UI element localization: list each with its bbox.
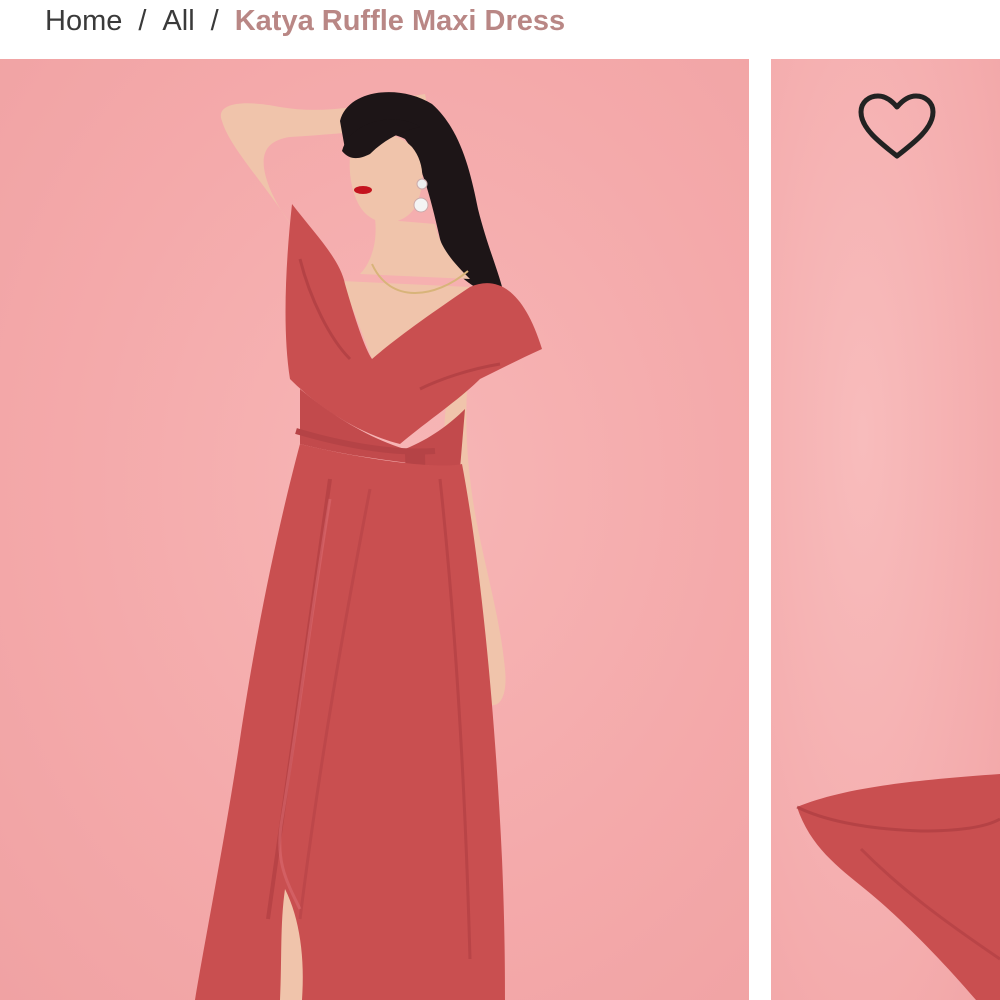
breadcrumb-all-link[interactable]: All bbox=[162, 5, 194, 38]
product-image-main[interactable] bbox=[0, 59, 749, 1000]
product-image-gallery[interactable] bbox=[0, 59, 1000, 1000]
heart-outline-icon[interactable] bbox=[857, 92, 937, 160]
model-in-dress-illustration bbox=[195, 92, 542, 1000]
breadcrumb-current-page: Katya Ruffle Maxi Dress bbox=[234, 4, 566, 37]
breadcrumb: Home / All / Katya Ruffle Maxi Dress bbox=[45, 0, 565, 42]
breadcrumb-separator: / bbox=[138, 4, 147, 37]
product-image-next[interactable] bbox=[771, 59, 1000, 1000]
breadcrumb-home-link[interactable]: Home bbox=[45, 5, 122, 38]
breadcrumb-separator: / bbox=[210, 4, 219, 37]
dress-hem-detail-illustration bbox=[796, 774, 1000, 1000]
product-page: Home / All / Katya Ruffle Maxi Dress bbox=[0, 0, 1000, 1000]
